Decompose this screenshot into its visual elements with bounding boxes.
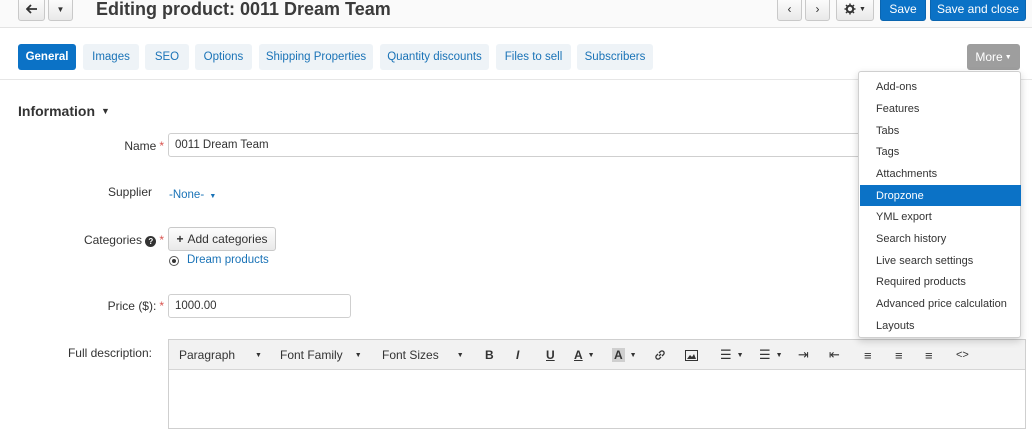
name-label: Name *	[124, 139, 164, 153]
tab-general[interactable]: General	[18, 44, 76, 70]
image-button[interactable]	[685, 344, 698, 366]
caret-down-icon: ▼	[209, 193, 217, 200]
tab-images[interactable]: Images	[83, 44, 139, 70]
chevron-left-icon: ‹	[787, 2, 792, 16]
menu-item-tags[interactable]: Tags	[860, 141, 1021, 162]
help-icon[interactable]: ?	[145, 236, 157, 247]
caret-down-icon: ▼	[587, 351, 595, 359]
underline-button[interactable]: U	[546, 344, 555, 366]
code-icon: <>	[956, 349, 969, 361]
align-left-button[interactable]: ≡	[864, 344, 872, 366]
link-button[interactable]	[654, 344, 666, 366]
caret-down-icon: ▼	[255, 351, 262, 359]
section-title[interactable]: Information	[18, 103, 95, 119]
caret-down-icon: ▼	[56, 4, 65, 14]
tab-files-to-sell[interactable]: Files to sell	[496, 44, 571, 70]
caret-down-icon[interactable]: ▼	[101, 106, 110, 116]
caret-down-icon: ▼	[859, 5, 866, 13]
next-product-button[interactable]: ›	[805, 0, 830, 21]
align-center-icon: ≡	[895, 347, 903, 363]
categories-label: Categories ? *	[83, 233, 164, 247]
background-color-button[interactable]: A ▼	[612, 344, 637, 366]
text-color-icon: A	[574, 348, 583, 362]
outdent-button[interactable]: ⇤	[829, 344, 840, 366]
top-bar: ▼ Editing product: 0011 Dream Team ‹ › ▼…	[0, 0, 1032, 28]
menu-item-advanced-price-calculation[interactable]: Advanced price calculation	[860, 293, 1021, 314]
menu-item-features[interactable]: Features	[860, 98, 1021, 119]
required-marker: *	[159, 299, 164, 313]
caret-down-icon: ▼	[456, 351, 464, 359]
tab-shipping-properties[interactable]: Shipping Properties	[259, 44, 373, 70]
name-input[interactable]: 0011 Dream Team	[168, 133, 868, 157]
menu-item-attachments[interactable]: Attachments	[860, 163, 1021, 184]
menu-item-layouts[interactable]: Layouts	[860, 315, 1021, 336]
supplier-label: Supplier	[107, 185, 152, 199]
tab-seo[interactable]: SEO	[145, 44, 189, 70]
more-label: More	[975, 50, 1003, 64]
align-right-button[interactable]: ≡	[925, 344, 933, 366]
menu-item-search-history[interactable]: Search history	[860, 228, 1021, 249]
ordered-list-icon: ☰	[720, 347, 732, 362]
menu-item-yml-export[interactable]: YML export	[860, 206, 1021, 227]
tab-options[interactable]: Options	[195, 44, 252, 70]
save-button[interactable]: Save	[880, 0, 926, 21]
menu-item-add-ons[interactable]: Add-ons	[860, 76, 1021, 97]
bullet-list-icon: ☰	[759, 347, 771, 362]
outdent-icon: ⇤	[829, 347, 840, 362]
plus-icon: +	[176, 232, 184, 246]
align-left-icon: ≡	[864, 347, 872, 363]
required-marker: *	[159, 233, 164, 247]
menu-item-tabs[interactable]: Tabs	[860, 120, 1021, 141]
indent-icon: ⇥	[798, 347, 809, 362]
ordered-list-button[interactable]: ☰ ▼	[720, 344, 744, 366]
editor-toolbar: Paragraph ▼ Font Family ▼ Font Sizes ▼ B…	[169, 340, 1025, 370]
settings-button[interactable]: ▼	[836, 0, 874, 21]
caret-down-icon: ▼	[354, 351, 362, 359]
menu-item-live-search-settings[interactable]: Live search settings	[860, 250, 1021, 271]
add-categories-button[interactable]: + Add categories	[168, 227, 276, 251]
indent-button[interactable]: ⇥	[798, 344, 809, 366]
font-family-select[interactable]: Font Family ▼	[280, 344, 376, 366]
page-title: Editing product: 0011 Dream Team	[96, 0, 391, 19]
align-right-icon: ≡	[925, 347, 933, 363]
chevron-right-icon: ›	[815, 2, 820, 16]
back-menu-button[interactable]: ▼	[48, 0, 73, 21]
save-and-close-button[interactable]: Save and close	[930, 0, 1026, 21]
category-link[interactable]: Dream products	[187, 254, 269, 266]
description-label: Full description:	[67, 346, 152, 360]
caret-down-icon: ▼	[775, 351, 783, 359]
text-color-button[interactable]: A ▼	[574, 344, 595, 366]
description-editor[interactable]: Paragraph ▼ Font Family ▼ Font Sizes ▼ B…	[168, 339, 1026, 429]
caret-down-icon: ▼	[1004, 53, 1012, 61]
source-code-button[interactable]: <>	[956, 344, 969, 366]
main-category-radio[interactable]	[169, 256, 179, 266]
link-icon	[655, 350, 665, 360]
font-sizes-select[interactable]: Font Sizes ▼	[382, 344, 474, 366]
menu-item-required-products[interactable]: Required products	[860, 271, 1021, 292]
caret-down-icon: ▼	[736, 351, 744, 359]
radio-dot	[172, 259, 176, 263]
more-tabs-button[interactable]: More ▼	[967, 44, 1020, 70]
tab-subscribers[interactable]: Subscribers	[577, 44, 653, 70]
gear-icon	[844, 3, 856, 15]
align-center-button[interactable]: ≡	[895, 344, 903, 366]
tab-quantity-discounts[interactable]: Quantity discounts	[380, 44, 489, 70]
bold-button[interactable]: B	[485, 344, 494, 366]
price-label: Price ($): *	[107, 299, 164, 313]
italic-button[interactable]: I	[516, 344, 519, 366]
menu-item-dropzone[interactable]: Dropzone	[860, 185, 1021, 206]
paragraph-select[interactable]: Paragraph ▼	[179, 344, 271, 366]
bullet-list-button[interactable]: ☰ ▼	[759, 344, 783, 366]
background-color-icon: A	[612, 348, 625, 362]
required-marker: *	[159, 139, 164, 153]
more-dropdown-menu: Add-ons Features Tabs Tags Attachments D…	[858, 71, 1021, 338]
price-input[interactable]: 1000.00	[168, 294, 351, 318]
arrow-left-icon	[25, 4, 37, 14]
caret-down-icon: ▼	[629, 351, 637, 359]
supplier-select[interactable]: -None- ▼	[169, 189, 216, 201]
back-button[interactable]	[18, 0, 45, 21]
prev-product-button[interactable]: ‹	[777, 0, 802, 21]
image-icon	[685, 349, 698, 361]
